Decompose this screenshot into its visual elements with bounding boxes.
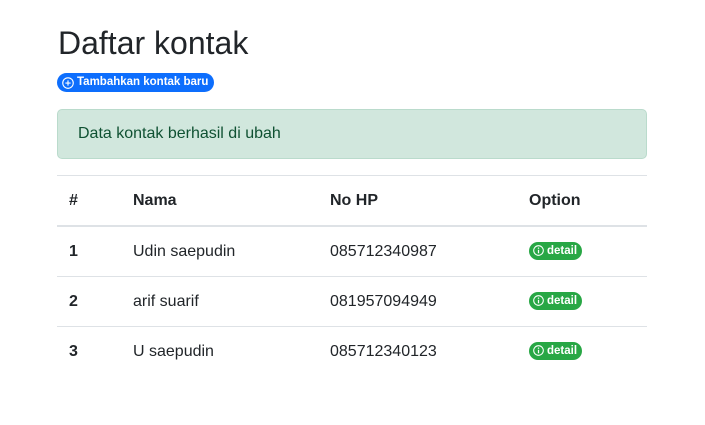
header-number: # — [69, 191, 78, 209]
row-phone: 085712340987 — [330, 242, 437, 260]
header-phone: No HP — [330, 191, 378, 209]
row-number: 2 — [69, 292, 78, 310]
row-name: arif suarif — [133, 292, 199, 310]
alert-text: Data kontak berhasil di ubah — [78, 125, 281, 142]
detail-button[interactable]: detail — [529, 341, 583, 360]
row-option: detail — [529, 327, 647, 377]
detail-button[interactable]: detail — [529, 291, 583, 310]
row-name: Udin saepudin — [133, 242, 236, 260]
row-option: detail — [529, 226, 647, 277]
detail-label: detail — [547, 294, 578, 307]
detail-button[interactable]: detail — [529, 241, 583, 260]
info-circle-icon — [533, 245, 544, 257]
table-header-row: # Nama No HP Option — [57, 175, 647, 226]
detail-label: detail — [547, 344, 578, 357]
detail-label: detail — [547, 244, 578, 257]
success-alert: Data kontak berhasil di ubah — [57, 109, 647, 159]
row-number: 3 — [69, 342, 78, 360]
add-contact-button[interactable]: Tambahkan kontak baru — [57, 73, 215, 92]
header-name: Nama — [133, 191, 177, 209]
row-phone: 081957094949 — [330, 292, 437, 310]
table-row: 3 U saepudin 085712340123 detail — [57, 327, 647, 377]
table-row: 1 Udin saepudin 085712340987 detail — [57, 226, 647, 277]
plus-circle-icon — [62, 76, 74, 89]
page-title: Daftar kontak — [58, 25, 249, 61]
add-contact-label: Tambahkan kontak baru — [77, 76, 209, 88]
row-option: detail — [529, 277, 647, 327]
contacts-table: # Nama No HP Option 1 Udin saepudin 0857… — [57, 175, 647, 376]
table-row: 2 arif suarif 081957094949 detail — [57, 277, 647, 327]
info-circle-icon — [533, 345, 544, 357]
row-name: U saepudin — [133, 342, 214, 360]
header-option: Option — [529, 191, 581, 209]
info-circle-icon — [533, 295, 544, 307]
row-phone: 085712340123 — [330, 342, 437, 360]
row-number: 1 — [69, 242, 78, 260]
